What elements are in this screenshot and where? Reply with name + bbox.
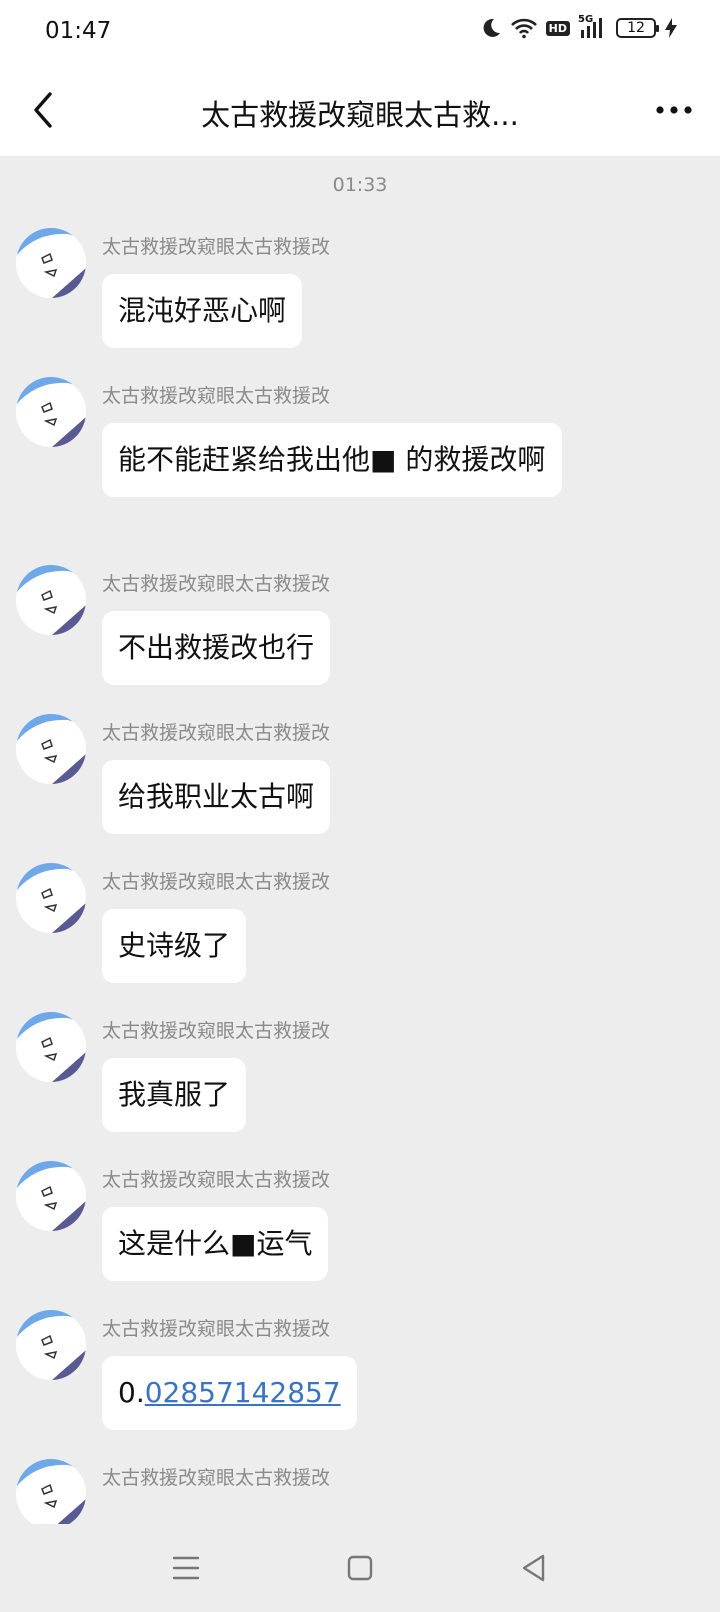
message-text: 0. — [118, 1376, 145, 1409]
avatar[interactable] — [16, 1459, 86, 1524]
avatar[interactable] — [16, 228, 86, 298]
chat-title: 太古救援改窥眼太古救... — [201, 98, 519, 132]
battery-icon: 12 — [616, 18, 659, 38]
message-bubble[interactable]: 能不能赶紧给我出他■ 的救援改啊 — [102, 423, 562, 497]
sender-name: 太古救援改窥眼太古救援改 — [102, 1020, 331, 1042]
chevron-left-icon — [34, 92, 52, 128]
menu-button[interactable] — [164, 1546, 208, 1590]
sender-name: 太古救援改窥眼太古救援改 — [102, 1318, 331, 1340]
avatar[interactable] — [16, 863, 86, 933]
menu-icon — [172, 1556, 200, 1580]
sender-name: 太古救援改窥眼太古救援改 — [102, 385, 331, 407]
more-button[interactable] — [650, 86, 698, 134]
message-bubble[interactable]: 给我职业太古啊 — [102, 760, 331, 834]
sender-name: 太古救援改窥眼太古救援改 — [102, 871, 331, 893]
system-nav-bar — [0, 1524, 720, 1612]
signal-icon: 5G — [578, 14, 608, 40]
wifi-icon — [510, 17, 538, 39]
system-back-button[interactable] — [512, 1546, 556, 1590]
avatar[interactable] — [16, 1310, 86, 1380]
chat-timestamp: 01:33 — [332, 174, 388, 196]
back-triangle-icon — [522, 1554, 545, 1582]
message-bubble[interactable]: 混沌好恶心啊 — [102, 274, 303, 348]
message-bubble[interactable]: 这是什么■运气 — [102, 1207, 329, 1281]
status-icons: HD 5G 12 — [480, 14, 678, 40]
moon-icon — [480, 17, 502, 39]
status-bar: 01:47 HD 5G 12 — [0, 0, 720, 64]
more-dots-icon — [656, 106, 692, 114]
hd-icon: HD — [545, 20, 570, 36]
avatar[interactable] — [16, 1012, 86, 1082]
status-time: 01:47 — [45, 18, 112, 44]
avatar[interactable] — [16, 1161, 86, 1231]
sender-name: 太古救援改窥眼太古救援改 — [102, 236, 331, 258]
sender-name: 太古救援改窥眼太古救援改 — [102, 722, 331, 744]
message-bubble[interactable]: 0.02857142857 — [102, 1356, 357, 1430]
sender-name: 太古救援改窥眼太古救援改 — [102, 573, 331, 595]
message-bubble[interactable]: 史诗级了 — [102, 909, 247, 983]
chat-message-list[interactable]: 01:33 太古救援改窥眼太古救援改 混沌好恶心啊 太古救援改窥眼太古救援改 能… — [0, 156, 720, 1524]
phone-number-link[interactable]: 02857142857 — [145, 1376, 341, 1409]
sender-name: 太古救援改窥眼太古救援改 — [102, 1467, 331, 1489]
battery-level: 12 — [627, 20, 645, 36]
home-square-icon — [347, 1555, 373, 1581]
avatar[interactable] — [16, 377, 86, 447]
charging-icon — [664, 17, 678, 39]
avatar[interactable] — [16, 714, 86, 784]
chat-header: 太古救援改窥眼太古救... — [0, 64, 720, 156]
back-button[interactable] — [22, 86, 70, 134]
avatar[interactable] — [16, 565, 86, 635]
home-button[interactable] — [338, 1546, 382, 1590]
message-bubble[interactable]: 不出救援改也行 — [102, 611, 331, 685]
message-bubble[interactable]: 我真服了 — [102, 1058, 247, 1132]
sender-name: 太古救援改窥眼太古救援改 — [102, 1169, 331, 1191]
